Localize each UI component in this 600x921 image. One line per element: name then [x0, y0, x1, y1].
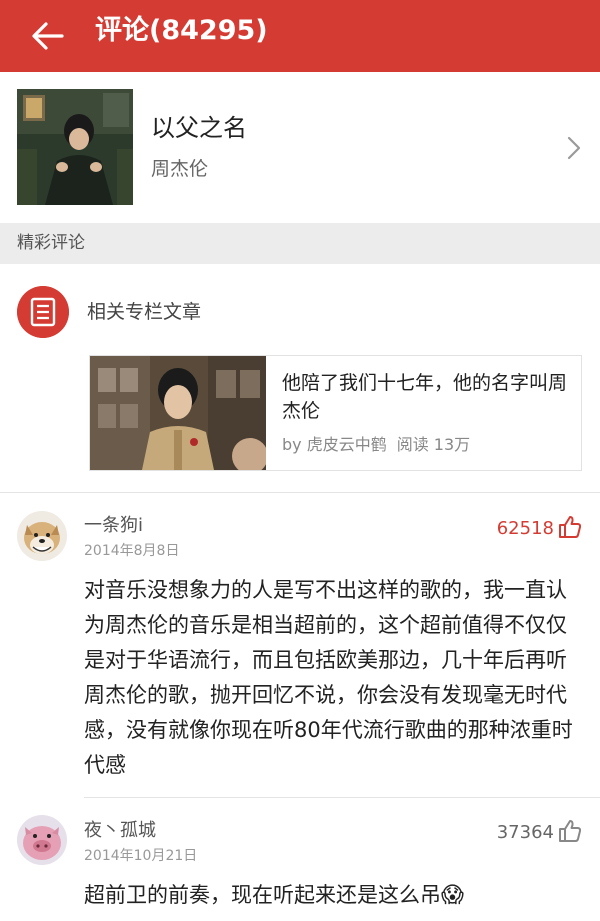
- comment-username[interactable]: 夜丶孤城: [84, 819, 156, 843]
- article-icon: [17, 286, 69, 338]
- song-title: 以父之名: [151, 114, 247, 142]
- section-header: 精彩评论: [0, 223, 600, 264]
- like-count: 37364: [496, 822, 554, 843]
- comment-date: 2014年10月21日: [84, 848, 198, 864]
- article-thumbnail: [90, 356, 266, 470]
- avatar[interactable]: [17, 815, 67, 865]
- song-artist: 周杰伦: [151, 158, 209, 180]
- related-articles: 相关专栏文章 他陪了我们十七年，他的名字叫周杰伦 by 虎皮云中鹤 阅读 13万: [0, 264, 600, 492]
- arrow-left-icon[interactable]: [26, 14, 70, 58]
- comment-text: 超前卫的前奏，现在听起来还是这么吊😱: [84, 878, 584, 913]
- article-title: 他陪了我们十七年，他的名字叫周杰伦: [282, 372, 568, 422]
- article-author: by 虎皮云中鹤: [282, 435, 387, 454]
- page-title: 评论(84295): [95, 15, 268, 46]
- emoji-icon: 😱: [441, 883, 464, 908]
- avatar[interactable]: [17, 511, 67, 561]
- thumbs-up-icon[interactable]: [557, 818, 583, 844]
- comment-text-body: 超前卫的前奏，现在听起来还是这么吊: [84, 883, 441, 907]
- top-bar: 评论(84295): [0, 0, 600, 72]
- chevron-right-icon[interactable]: [563, 134, 585, 162]
- article-card[interactable]: 他陪了我们十七年，他的名字叫周杰伦 by 虎皮云中鹤 阅读 13万: [89, 355, 582, 471]
- article-reads: 阅读 13万: [396, 435, 471, 454]
- comment-item: 夜丶孤城 2014年10月21日 37364 超前卫的前奏，现在听起来还是这么吊…: [0, 798, 600, 921]
- comment-username[interactable]: 一条狗i: [84, 514, 143, 538]
- thumbs-up-icon[interactable]: [557, 514, 583, 540]
- like-count: 62518: [496, 518, 554, 539]
- comment-date: 2014年8月8日: [84, 543, 180, 559]
- album-cover[interactable]: [17, 89, 133, 205]
- related-label: 相关专栏文章: [87, 301, 202, 323]
- article-meta: by 虎皮云中鹤 阅读 13万: [282, 434, 480, 456]
- song-info-row[interactable]: 以父之名 周杰伦: [0, 72, 600, 223]
- comment-text: 对音乐没想象力的人是写不出这样的歌的，我一直认为周杰伦的音乐是相当超前的，这个超…: [84, 578, 573, 777]
- section-label: 精彩评论: [17, 233, 85, 253]
- comment-item: 一条狗i 2014年8月8日 62518 对音乐没想象力的人是写不出这样的歌的，…: [0, 493, 600, 798]
